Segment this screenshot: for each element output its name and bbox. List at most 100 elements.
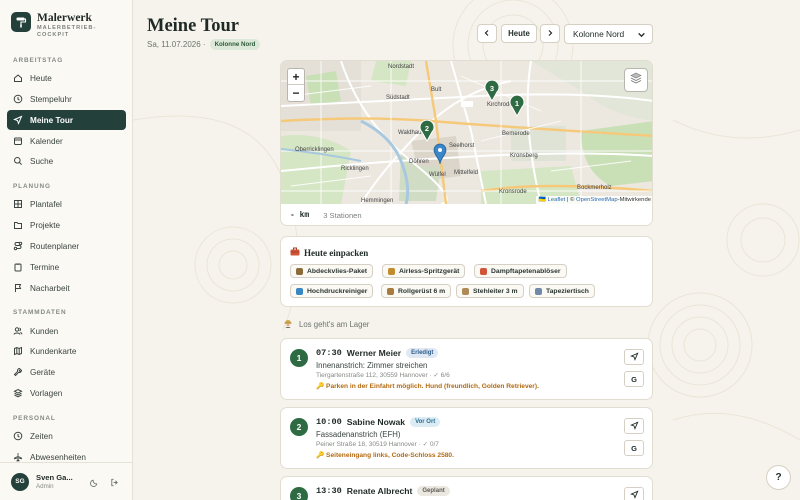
navigate-button[interactable] <box>624 349 644 365</box>
map-marker-3[interactable]: 3 <box>484 80 500 102</box>
moon-icon[interactable] <box>88 476 100 488</box>
stop-note: 🔑 Parken in der Einfahrt möglich. Hund (… <box>316 383 539 390</box>
map-label-bockmerholz: Bockmerholz <box>577 185 612 191</box>
sidebar-item-kunden[interactable]: Kunden <box>7 321 126 341</box>
job-title: Fassadenanstrich (EFH) <box>316 430 401 439</box>
brand-title: Malerwerk <box>37 12 92 24</box>
prev-day-button[interactable] <box>477 24 497 43</box>
section-label-personal: PERSONAL <box>13 415 56 422</box>
steamer-icon <box>480 267 487 275</box>
crew-select[interactable]: Kolonne Nord <box>564 24 653 44</box>
navigation-icon <box>629 489 639 500</box>
tour-map[interactable]: Nordstadt Südstadt Kirchrode Bemerode Kr… <box>281 61 652 205</box>
map-label-nordstadt: Nordstadt <box>388 64 414 70</box>
map-marker-2[interactable]: 2 <box>419 120 435 142</box>
osm-link[interactable]: OpenStreetMap <box>576 197 618 203</box>
sidebar-item-kalender[interactable]: Kalender <box>7 131 126 151</box>
stop-header: 10:00 Sabine Nowak Vor Ort <box>316 417 441 427</box>
pack-item: Abdeckvlies-Paket <box>290 264 374 278</box>
map-label-seelhorst: Seelhorst <box>449 143 475 149</box>
stop-note: 🔑 Seiteneingang links, Code-Schloss 2580… <box>316 452 454 459</box>
customer-name: Renate Albrecht <box>346 486 413 496</box>
sidebar-item-plantafel[interactable]: Plantafel <box>7 194 126 214</box>
pack-item: Rollgerüst 6 m <box>381 284 452 298</box>
help-button[interactable]: ? <box>766 465 791 490</box>
sidebar-item-stempeluhr[interactable]: Stempeluhr <box>7 89 126 109</box>
sidebar-item-routenplaner[interactable]: Routenplaner <box>7 236 126 256</box>
home-icon <box>13 73 23 83</box>
navigate-button[interactable] <box>624 487 644 500</box>
map-label-wuelfel: Wülfel <box>429 172 446 178</box>
sidebar-item-zeiten[interactable]: Zeiten <box>7 426 126 446</box>
stop-number: 2 <box>290 418 308 436</box>
scaffold-icon <box>387 287 394 295</box>
map-label-ricklingen: Ricklingen <box>341 166 369 172</box>
leaflet-link[interactable]: Leaflet <box>548 197 566 203</box>
toolbox-icon <box>290 247 300 258</box>
map-icon <box>13 346 23 356</box>
stop-header: 07:30 Werner Meier Erledigt <box>316 348 439 358</box>
clipboard-icon <box>13 262 23 272</box>
section-label-planung: PLANUNG <box>13 183 51 190</box>
map-label-suedstadt: Südstadt <box>386 95 410 101</box>
map-tiles: Nordstadt Südstadt Kirchrode Bemerode Kr… <box>281 61 652 205</box>
navigate-button[interactable] <box>624 418 644 434</box>
tour-distance: - km <box>290 211 310 220</box>
map-label-bult: Bult <box>431 87 442 93</box>
sidebar-item-termine[interactable]: Termine <box>7 257 126 277</box>
google-maps-button[interactable]: G <box>624 440 644 456</box>
svg-text:3: 3 <box>490 84 494 93</box>
pack-item: Stehleiter 3 m <box>456 284 524 298</box>
sidebar-item-vorlagen[interactable]: Vorlagen <box>7 383 126 403</box>
spray-icon <box>388 267 395 275</box>
pack-item: Dampftapetenablöser <box>474 264 567 278</box>
table-icon <box>535 287 542 295</box>
section-label-stammdaten: STAMMDATEN <box>13 309 67 316</box>
user-role: Admin <box>36 483 54 490</box>
customer-name: Sabine Nowak <box>346 417 406 427</box>
customer-name: Werner Meier <box>346 348 402 358</box>
logout-icon[interactable] <box>108 476 120 488</box>
tour-stop-card[interactable]: 2 10:00 Sabine Nowak Vor Ort Fassadenans… <box>280 407 653 469</box>
today-button[interactable]: Heute <box>501 24 537 43</box>
avatar[interactable]: SG <box>11 472 29 491</box>
status-badge: Erledigt <box>406 348 439 358</box>
pack-item: Tapeziertisch <box>529 284 595 298</box>
zoom-out-button[interactable]: − <box>288 85 304 101</box>
stop-address: Peiner Straße 18, 30519 Hannover · ✓ 0/7 <box>316 441 439 448</box>
clock-icon <box>13 94 23 104</box>
layers-button[interactable] <box>624 68 648 92</box>
map-footer: - km 3 Stationen <box>281 204 652 225</box>
next-day-button[interactable] <box>540 24 560 43</box>
tour-stop-card[interactable]: 3 13:30 Renate Albrecht Geplant <box>280 476 653 500</box>
pack-item: Hochdruckreiniger <box>290 284 374 298</box>
navigation-icon <box>629 420 639 432</box>
depot-location-pin-icon[interactable] <box>433 143 447 165</box>
sidebar-item-nacharbeit[interactable]: Nacharbeit <box>7 278 126 298</box>
pack-item: Airless-Spritzgerät <box>382 264 466 278</box>
tour-stop-card[interactable]: 1 07:30 Werner Meier Erledigt Innenanstr… <box>280 338 653 400</box>
stop-number: 3 <box>290 487 308 500</box>
sidebar-item-meine-tour[interactable]: Meine Tour <box>7 110 126 130</box>
pack-title: Heute einpacken <box>290 247 368 258</box>
brand[interactable]: Malerwerk MALERBETRIEB- COCKPIT <box>11 12 96 39</box>
chevron-down-icon <box>637 30 646 41</box>
box-icon <box>296 267 303 275</box>
brand-subtitle: MALERBETRIEB- COCKPIT <box>37 25 97 38</box>
sidebar-item-geraete[interactable]: Geräte <box>7 362 126 382</box>
zoom-in-button[interactable]: + <box>288 69 304 85</box>
map-label-kronsberg: Kronsberg <box>510 153 538 159</box>
sidebar-item-kundenkarte[interactable]: Kundenkarte <box>7 341 126 361</box>
stop-number: 1 <box>290 349 308 367</box>
layers-icon <box>13 388 23 398</box>
stop-time: 10:00 <box>316 417 342 427</box>
sidebar-item-projekte[interactable]: Projekte <box>7 215 126 235</box>
map-label-kronsrode: Kronsrode <box>499 189 527 195</box>
stop-time: 13:30 <box>316 486 342 496</box>
google-maps-button[interactable]: G <box>624 371 644 387</box>
zoom-control: + − <box>287 68 305 102</box>
sidebar-item-heute[interactable]: Heute <box>7 68 126 88</box>
map-marker-1[interactable]: 1 <box>509 95 525 117</box>
sidebar-item-suche[interactable]: Suche <box>7 151 126 171</box>
section-label-arbeitstag: ARBEITSTAG <box>13 57 64 64</box>
